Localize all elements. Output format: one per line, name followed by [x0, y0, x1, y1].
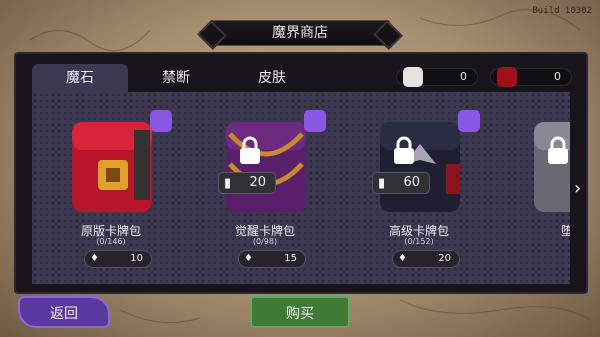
back-button[interactable]: 返回 [18, 296, 110, 328]
item-count: (0/146) [96, 237, 126, 246]
chest-icon [72, 122, 152, 212]
tab-skins[interactable]: 皮肤 [224, 64, 320, 92]
price-tag: ♦ 20 [392, 250, 460, 268]
card-pack-icon [403, 67, 423, 87]
item-count: (0/98) [252, 237, 278, 246]
card-pack-item[interactable]: 堕落 [508, 92, 570, 284]
page-title: 魔界商店 [210, 20, 390, 46]
tab-bar: 魔石 禁断 皮肤 [32, 64, 320, 92]
currency-gems: 0 [490, 67, 572, 87]
item-count: (0/152) [404, 237, 434, 246]
currency-value: 0 [554, 70, 561, 83]
card-pack-icon: ▮ [224, 176, 232, 191]
currency-card-packs: 0 [396, 67, 478, 87]
price-value: 15 [284, 253, 297, 264]
card-pack-item[interactable]: ▮ 20 觉醒卡牌包 (0/98) ♦ 15 [200, 92, 330, 284]
lock-icon [394, 136, 414, 164]
red-gem-icon [497, 67, 517, 87]
card-pack-icon: ▮ [378, 176, 386, 191]
card-pack-item[interactable]: 原版卡牌包 (0/146) ♦ 10 [46, 92, 176, 284]
chest-icon [226, 122, 306, 212]
unlock-cost-value: 60 [403, 175, 420, 190]
price-value: 20 [438, 253, 451, 264]
lock-icon [240, 136, 260, 164]
price-value: 10 [130, 253, 143, 264]
unlock-cost: ▮ 20 [218, 172, 276, 194]
red-gem-icon: ♦ [244, 253, 253, 264]
item-name: 堕落 [560, 224, 570, 238]
magnifier-button[interactable] [458, 110, 480, 132]
unlock-cost-value: 20 [249, 175, 266, 190]
chevron-right-icon[interactable]: › [574, 178, 581, 199]
price-tag: ♦ 15 [238, 250, 306, 268]
buy-button[interactable]: 购买 [250, 296, 350, 328]
tab-forbidden[interactable]: 禁断 [128, 64, 224, 92]
red-gem-icon: ♦ [90, 253, 99, 264]
build-label: Build 10302 [532, 6, 592, 16]
currency-value: 0 [460, 70, 467, 83]
unlock-cost: ▮ 60 [372, 172, 430, 194]
price-tag: ♦ 10 [84, 250, 152, 268]
card-pack-item[interactable]: ▮ 60 高级卡牌包 (0/152) ♦ 20 [354, 92, 484, 284]
tab-demon-stone[interactable]: 魔石 [32, 64, 128, 92]
magnifier-button[interactable] [304, 110, 326, 132]
lock-icon [548, 136, 568, 164]
chest-icon [380, 122, 460, 212]
magnifier-button[interactable] [150, 110, 172, 132]
shop-panel: 原版卡牌包 (0/146) ♦ 10 ▮ 20 觉醒卡牌包 (0/98) ♦ 1… [32, 92, 570, 284]
red-gem-icon: ♦ [398, 253, 407, 264]
